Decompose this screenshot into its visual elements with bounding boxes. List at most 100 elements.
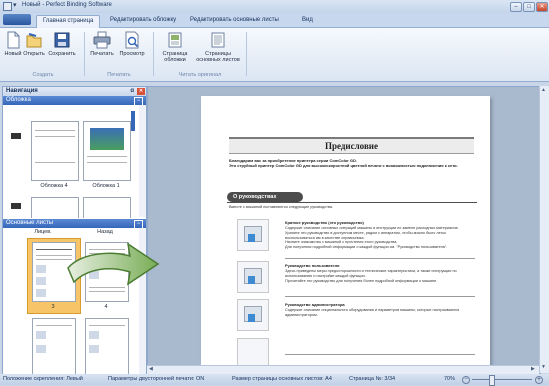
navigation-header: Навигация ɑ ✕	[3, 87, 146, 96]
save-icon	[54, 32, 70, 48]
save-button[interactable]: Сохранить	[48, 31, 76, 71]
front-column-label: Лицев.	[34, 229, 52, 235]
preview-label: Просмотр	[119, 51, 145, 57]
cover-marker-icon	[11, 203, 21, 209]
pin-icon[interactable]: ɑ	[130, 87, 134, 96]
zoom-out-icon[interactable]: −	[462, 376, 470, 384]
scroll-right-icon[interactable]: ▶	[531, 366, 535, 372]
divider	[285, 296, 475, 297]
quick-access-icon[interactable]: ▾	[13, 1, 17, 9]
manual-3-text: Содержит описание опционального оборудов…	[285, 308, 460, 317]
status-page-number: Страница №: 3/34	[349, 376, 396, 382]
cover-section-title: Обложка	[6, 97, 31, 103]
cover-marker-icon	[11, 133, 21, 139]
print-label: Печатать	[90, 51, 114, 57]
cover-thumb-partial[interactable]	[83, 197, 131, 218]
open-button[interactable]: Открыть	[23, 31, 45, 71]
body-section-title: Основные листы	[6, 220, 54, 226]
file-menu-button[interactable]	[3, 14, 31, 25]
cover-thumbs-area: Обложка 4 Обложка 1	[3, 105, 139, 218]
zoom-slider-track[interactable]	[472, 379, 532, 380]
scroll-up-icon[interactable]: ▲	[541, 87, 546, 93]
body-pages-label: Страницы основных листов	[196, 51, 240, 63]
cover-scrollbar[interactable]	[139, 105, 146, 217]
tab-view[interactable]: Вид	[296, 15, 319, 27]
manual-image-2	[237, 261, 269, 293]
navigation-panel: Навигация ɑ ✕ Обложка − Обложка 4 Обложк…	[2, 86, 147, 375]
document-page: Предисловие Благодарим вас за приобретен…	[201, 96, 490, 367]
status-binding: Положение скрепления: Левый	[3, 376, 83, 382]
ribbon: Новый Открыть Сохранить Создать Печатать…	[0, 28, 549, 82]
zoom-in-icon[interactable]: +	[535, 376, 543, 384]
manual-2-text: Здесь приведены меры предосторожности и …	[285, 269, 457, 283]
section-intro: Вместе с машиной поставляются следующие …	[229, 205, 334, 209]
group-print-label: Печатать	[107, 72, 131, 78]
intro-text: Благодарим вас за приобретение принтера …	[229, 158, 458, 168]
zoom-level: 70%	[444, 376, 456, 382]
manual-1-text: Содержит описание основных операций маши…	[285, 226, 459, 250]
zoom-slider-thumb[interactable]	[488, 375, 495, 386]
group-separator	[84, 32, 85, 76]
body-pages-button[interactable]: Страницы основных листов	[196, 31, 240, 71]
group-separator	[246, 32, 247, 76]
body-section-header[interactable]: Основные листы −	[3, 219, 146, 229]
manual-3-title: Руководство администратора	[285, 302, 345, 307]
cover-scroll-mark	[131, 111, 135, 131]
print-button[interactable]: Печатать	[90, 31, 114, 71]
tab-edit-body[interactable]: Редактировать основные листы	[184, 15, 285, 27]
print-preview-icon	[125, 31, 139, 49]
app-icon	[3, 2, 12, 11]
group-create-label: Создать	[32, 72, 54, 78]
close-nav-icon[interactable]: ✕	[137, 88, 145, 95]
preview-button[interactable]: Просмотр	[119, 31, 145, 71]
back-column-label: Назад	[97, 229, 113, 235]
cover-caption-1: Обложка 1	[92, 183, 120, 189]
body-thumb-6[interactable]	[85, 318, 129, 375]
body-thumb-5[interactable]	[32, 318, 76, 375]
horizontal-scrollbar[interactable]: ◀ ▶	[147, 365, 539, 374]
section-pill: О руководствах	[227, 192, 303, 202]
navigation-title: Навигация	[6, 88, 38, 94]
divider	[285, 354, 475, 355]
new-document-icon	[7, 31, 20, 49]
maximize-button[interactable]: □	[523, 2, 535, 12]
vertical-scrollbar[interactable]: ▲ ▼	[539, 86, 549, 373]
window-title: Новый - Perfect Binding Software	[22, 2, 112, 8]
scroll-down-icon[interactable]: ▼	[541, 364, 546, 370]
title-bar: ▾ Новый - Perfect Binding Software – □ ✕	[0, 0, 549, 13]
body-caption-4: 4	[104, 304, 108, 310]
cover-thumb-partial[interactable]	[31, 197, 79, 218]
manual-image-3	[237, 299, 269, 331]
cover-thumb-1[interactable]	[83, 121, 131, 181]
tab-edit-cover[interactable]: Редактировать обложку	[104, 15, 182, 27]
cover-section-header[interactable]: Обложка −	[3, 96, 146, 106]
open-label: Открыть	[23, 51, 45, 57]
cover-scan-icon	[168, 32, 182, 48]
save-label: Сохранить	[48, 51, 76, 57]
manual-image-1	[237, 219, 269, 251]
ribbon-tabs: Главная страница Редактировать обложку Р…	[0, 13, 549, 28]
status-page-size: Размер страницы основных листов: A4	[232, 376, 332, 382]
status-bar: Положение скрепления: Левый Параметры дв…	[0, 374, 549, 386]
tab-home[interactable]: Главная страница	[36, 15, 101, 28]
section-rule	[227, 202, 477, 203]
status-duplex: Параметры двусторонней печати: ON	[108, 376, 205, 382]
cover-page-button[interactable]: Страница обложки	[158, 31, 192, 71]
arrow-indicator-icon	[67, 242, 160, 286]
heading-rule-bottom	[229, 153, 474, 154]
body-scan-icon	[211, 32, 225, 48]
page-heading: Предисловие	[229, 139, 474, 153]
group-read-label: Читать оригинал	[178, 72, 222, 78]
cover-caption-4: Обложка 4	[40, 183, 68, 189]
minimize-button[interactable]: –	[510, 2, 522, 12]
printer-icon	[93, 31, 111, 49]
scroll-left-icon[interactable]: ◀	[149, 366, 153, 372]
body-caption-3: 3	[51, 304, 55, 310]
manual-image-4	[237, 338, 269, 367]
cover-page-label: Страница обложки	[162, 51, 188, 63]
cover-thumb-4[interactable]	[31, 121, 79, 181]
close-button[interactable]: ✕	[536, 2, 548, 12]
divider	[285, 258, 475, 259]
manual-1-title: Краткое руководство (это руководство)	[285, 220, 364, 225]
open-folder-icon	[26, 33, 42, 48]
